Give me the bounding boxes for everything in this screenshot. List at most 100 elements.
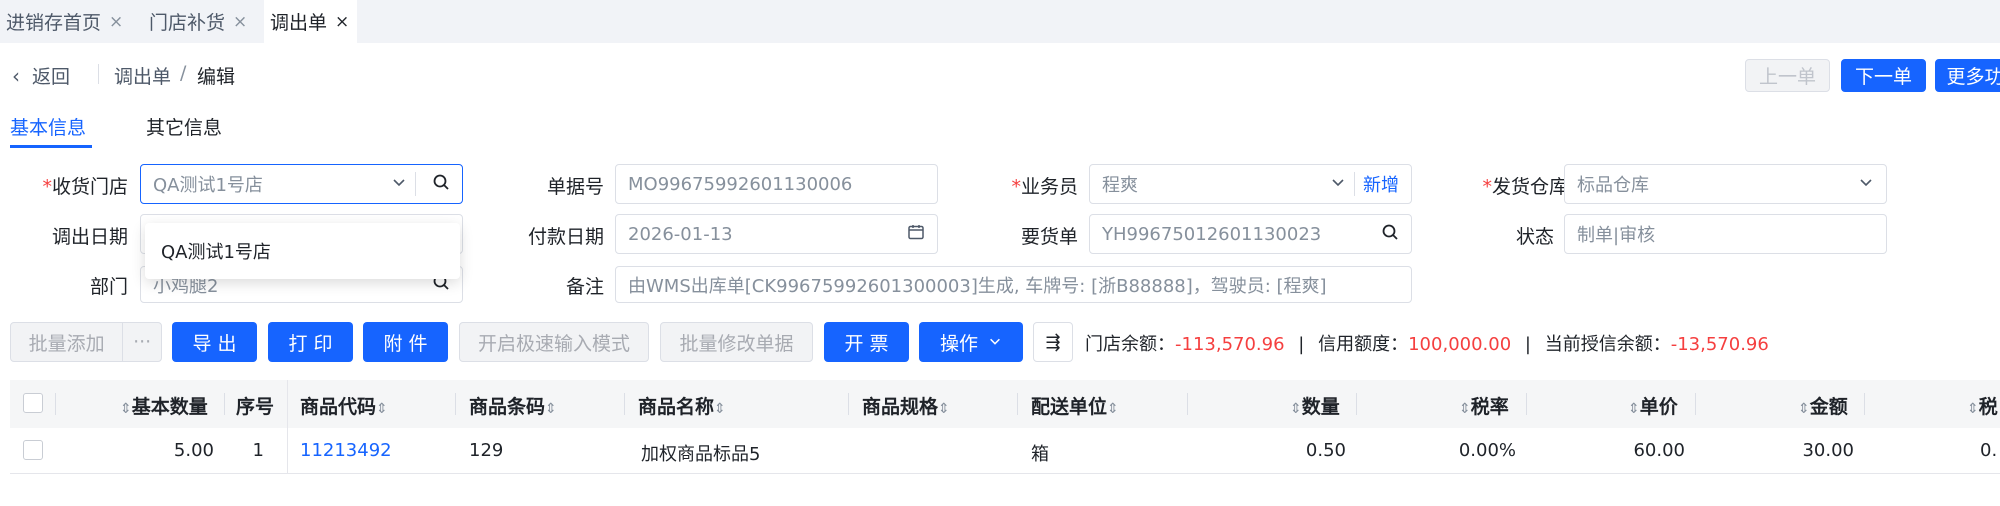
- column-divider: [1526, 393, 1527, 415]
- cell-tax-rate: 0.00%: [1458, 440, 1516, 461]
- close-icon[interactable]: ×: [335, 12, 349, 32]
- col-product-name[interactable]: 商品名称⇕: [638, 392, 726, 419]
- column-divider: [624, 393, 625, 415]
- tab-basic-info[interactable]: 基本信息: [10, 113, 86, 140]
- col-tax-rate[interactable]: ⇕税率: [1459, 392, 1509, 419]
- chevron-left-icon: ‹: [12, 63, 20, 88]
- add-salesman-link[interactable]: 新增: [1363, 171, 1399, 197]
- col-amount[interactable]: ⇕金额: [1798, 392, 1848, 419]
- column-settings-icon[interactable]: ⇶: [1033, 322, 1073, 362]
- operate-dropdown-button[interactable]: 操作: [919, 322, 1023, 362]
- cell-delivery-unit: 箱: [1031, 444, 1049, 465]
- col-unit-price[interactable]: ⇕单价: [1628, 392, 1678, 419]
- column-divider: [848, 393, 849, 415]
- tab-other-info[interactable]: 其它信息: [146, 113, 222, 140]
- fast-input-mode-button[interactable]: 开启极速输入模式: [459, 322, 649, 362]
- status-label: 状态: [1515, 226, 1554, 248]
- salesman-value: 程爽: [1102, 175, 1138, 196]
- cell-unit-price: 60.00: [1633, 440, 1685, 461]
- cell-tax: 0.: [1980, 440, 1998, 461]
- receive-store-value: QA测试1号店: [153, 175, 263, 196]
- tab-label: 门店补货: [149, 12, 226, 34]
- column-divider: [1187, 393, 1188, 415]
- salesman-select[interactable]: 程爽 新增: [1089, 164, 1412, 204]
- pay-date-value: 2026-01-13: [628, 223, 733, 245]
- col-barcode[interactable]: 商品条码⇕: [469, 392, 557, 419]
- store-balance-value: -113,570.96: [1175, 334, 1285, 355]
- receive-store-dropdown-option[interactable]: QA测试1号店: [145, 223, 460, 279]
- breadcrumb-parent[interactable]: 调出单: [114, 62, 171, 89]
- status-field: 制单|审核: [1564, 214, 1887, 254]
- col-tax[interactable]: ⇕税: [1967, 392, 1998, 419]
- more-dots-button[interactable]: ···: [123, 331, 161, 353]
- col-base-qty[interactable]: ⇕基本数量: [120, 392, 208, 419]
- col-product-code[interactable]: 商品代码⇕: [300, 392, 388, 419]
- print-button[interactable]: 打 印: [268, 322, 353, 362]
- chevron-down-icon: [1330, 174, 1346, 195]
- invoice-button[interactable]: 开 票: [824, 322, 909, 362]
- col-seq[interactable]: 序号: [236, 392, 274, 419]
- cell-product-code-link[interactable]: 11213492: [300, 440, 392, 461]
- separator: |: [1524, 334, 1531, 355]
- cell-quantity: 0.50: [1305, 440, 1346, 461]
- active-tab-indicator: [10, 145, 92, 148]
- pay-date-picker[interactable]: 2026-01-13: [615, 214, 938, 254]
- export-button[interactable]: 导 出: [172, 322, 257, 362]
- tab-transfer-out[interactable]: 调出单 ×: [264, 0, 358, 43]
- receive-store-select[interactable]: QA测试1号店: [140, 164, 463, 204]
- column-divider: [55, 393, 56, 415]
- current-credit-value: -13,570.96: [1670, 334, 1769, 355]
- column-divider: [1017, 393, 1018, 415]
- remark-value: 由WMS出库单[CK99675992601300003]生成, 车牌号: [浙B…: [628, 275, 1327, 297]
- divider: [1354, 172, 1355, 196]
- batch-add-button[interactable]: 批量添加: [11, 329, 122, 356]
- next-order-button[interactable]: 下一单: [1841, 59, 1926, 92]
- chevron-down-icon: [391, 174, 407, 195]
- tab-label: 进销存首页: [6, 12, 102, 34]
- warehouse-select[interactable]: 标品仓库: [1564, 164, 1887, 204]
- department-label: 部门: [89, 276, 128, 298]
- separator: |: [1298, 334, 1305, 355]
- close-icon[interactable]: ×: [233, 12, 247, 32]
- close-icon[interactable]: ×: [109, 12, 123, 32]
- doc-no-label: 单据号: [546, 176, 604, 198]
- tab-inventory-home[interactable]: 进销存首页 ×: [0, 0, 131, 43]
- store-balance-label: 门店余额：: [1085, 334, 1175, 355]
- divider: [98, 64, 99, 84]
- col-delivery-unit[interactable]: 配送单位⇕: [1031, 392, 1119, 419]
- batch-edit-button[interactable]: 批量修改单据: [660, 322, 813, 362]
- column-divider: [1864, 393, 1865, 415]
- salesman-label: *业务员: [1011, 176, 1078, 198]
- breadcrumb-separator: /: [180, 62, 187, 84]
- col-quantity[interactable]: ⇕数量: [1290, 392, 1340, 419]
- prev-order-button[interactable]: 上一单: [1745, 59, 1830, 92]
- back-link[interactable]: ‹ 返回: [12, 62, 70, 89]
- operate-label: 操作: [939, 332, 978, 355]
- breadcrumb-current: 编辑: [197, 66, 236, 88]
- column-divider: [1695, 393, 1696, 415]
- cell-base-qty: 5.00: [173, 440, 214, 461]
- col-spec[interactable]: 商品规格⇕: [862, 392, 950, 419]
- attachment-button[interactable]: 附 件: [363, 322, 448, 362]
- select-all-checkbox[interactable]: [23, 393, 43, 413]
- search-icon[interactable]: [1381, 223, 1399, 246]
- row-checkbox[interactable]: [23, 440, 43, 460]
- column-divider: [224, 393, 225, 415]
- receive-store-label: *收货门店: [42, 176, 128, 198]
- balance-summary: 门店余额：-113,570.96 | 信用额度：100,000.00 | 当前授…: [1085, 330, 1769, 356]
- out-date-label: 调出日期: [51, 226, 128, 248]
- cell-amount: 30.00: [1802, 440, 1854, 461]
- chevron-down-icon: [1858, 174, 1874, 195]
- column-divider: [1356, 393, 1357, 415]
- tab-store-replenish[interactable]: 门店补货 ×: [143, 0, 255, 43]
- divider: [415, 172, 416, 196]
- remark-field[interactable]: 由WMS出库单[CK99675992601300003]生成, 车牌号: [浙B…: [615, 266, 1412, 303]
- request-no-field[interactable]: YH99675012601130023: [1089, 214, 1412, 254]
- credit-limit-value: 100,000.00: [1408, 334, 1512, 355]
- request-no-value: YH99675012601130023: [1102, 223, 1322, 245]
- calendar-icon: [907, 223, 925, 246]
- warehouse-value: 标品仓库: [1577, 175, 1649, 196]
- status-value: 制单|审核: [1577, 225, 1656, 246]
- search-icon[interactable]: [432, 173, 450, 196]
- more-functions-button[interactable]: 更多功: [1935, 59, 2000, 92]
